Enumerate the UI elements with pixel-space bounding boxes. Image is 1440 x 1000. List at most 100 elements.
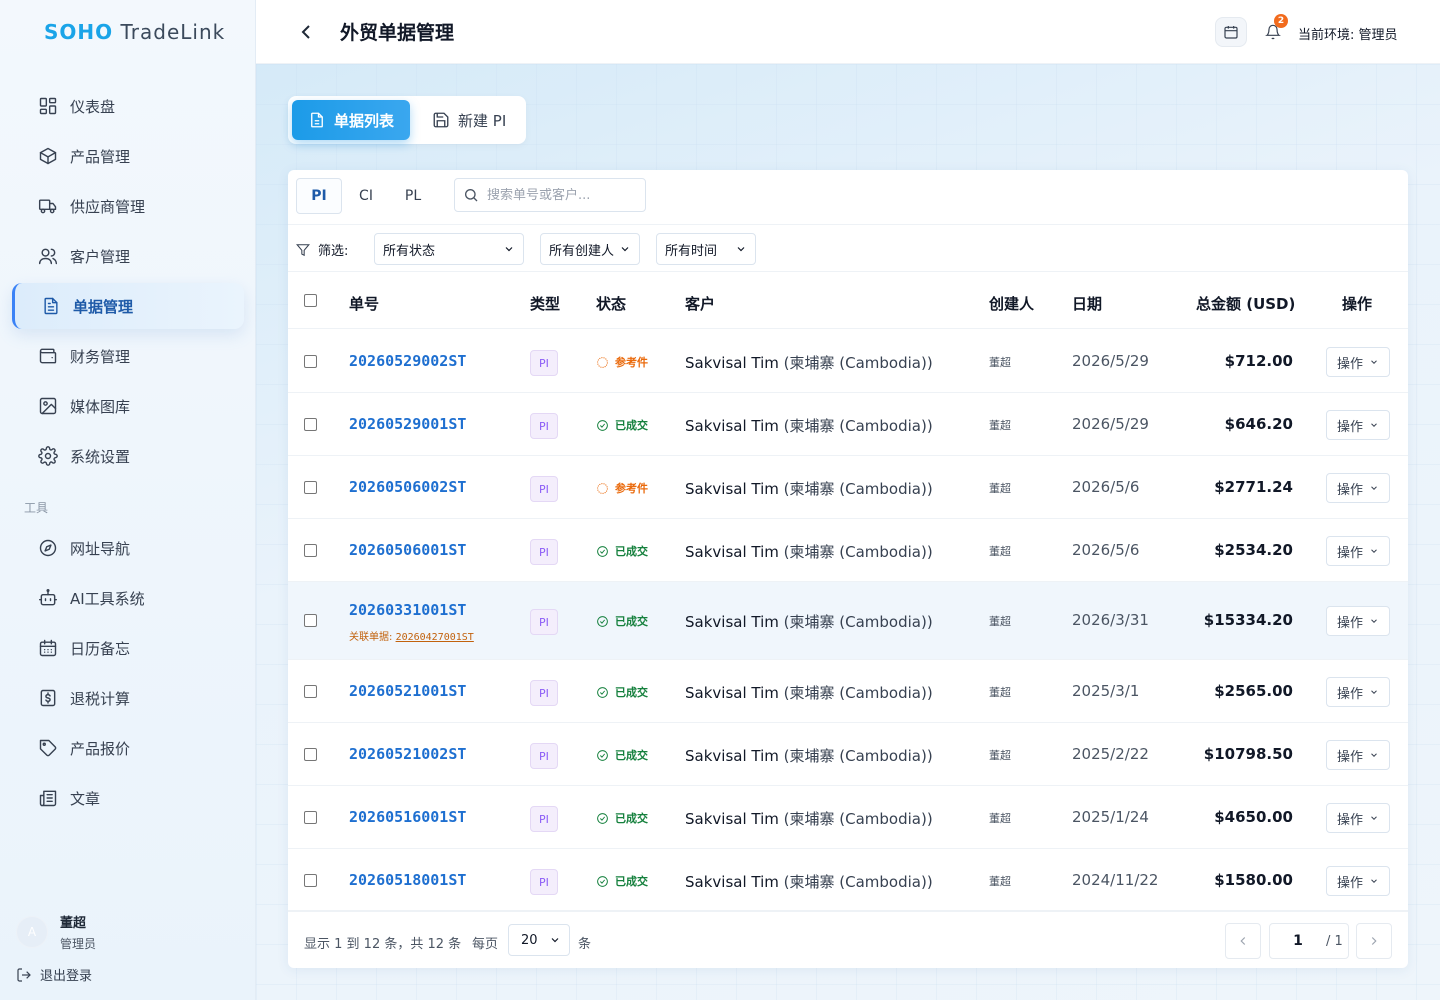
column-header-creator[interactable]: 创建人 bbox=[989, 293, 1034, 314]
dashboard-icon bbox=[39, 97, 57, 115]
actions-label: 操作 bbox=[1336, 545, 1363, 561]
row-checkbox[interactable] bbox=[304, 748, 317, 761]
table-row[interactable]: 20260506001ST PI 已成交 Sakvisal Tim (柬埔寨 (Cam… bbox=[288, 519, 1408, 582]
tab-new-pi[interactable]: 新建 PI bbox=[416, 100, 522, 140]
actions-dropdown-button[interactable]: 操作 bbox=[1326, 536, 1390, 566]
type-badge: PI bbox=[530, 350, 558, 376]
date-cell: 2026/5/29 bbox=[1072, 415, 1149, 433]
sidebar-item-customers[interactable]: 客户管理 bbox=[12, 233, 244, 279]
actions-dropdown-button[interactable]: 操作 bbox=[1326, 606, 1390, 636]
actions-dropdown-button[interactable]: 操作 bbox=[1326, 410, 1390, 440]
sidebar-item-url-nav[interactable]: 网址导航 bbox=[12, 525, 244, 571]
sidebar-item-label: 供应商管理 bbox=[70, 197, 146, 216]
customer-name: Sakvisal Tim bbox=[685, 480, 779, 498]
table-row[interactable]: 20260521001ST PI 已成交 Sakvisal Tim (柬埔寨 (Cam… bbox=[288, 660, 1408, 723]
row-checkbox[interactable] bbox=[304, 811, 317, 824]
sidebar-item-products[interactable]: 产品管理 bbox=[12, 133, 244, 179]
notifications-button[interactable]: 2 bbox=[1257, 14, 1289, 47]
column-header-no[interactable]: 单号 bbox=[349, 293, 379, 314]
search-box bbox=[454, 178, 646, 212]
page-number-input[interactable]: 1 / 1 bbox=[1269, 923, 1349, 959]
table-row[interactable]: 20260521002ST PI 已成交 Sakvisal Tim (柬埔寨 (Cam… bbox=[288, 723, 1408, 786]
sidebar-item-settings[interactable]: 系统设置 bbox=[12, 433, 244, 479]
sidebar-item-ai-tools[interactable]: AI工具系统 bbox=[12, 575, 244, 621]
sidebar-item-finance[interactable]: 财务管理 bbox=[12, 333, 244, 379]
table-row[interactable]: 20260516001ST PI 已成交 Sakvisal Tim (柬埔寨 (Cam… bbox=[288, 786, 1408, 849]
column-header-date[interactable]: 日期 bbox=[1072, 293, 1102, 314]
order-number-link[interactable]: 20260529001ST bbox=[349, 415, 466, 433]
calendar-button[interactable] bbox=[1215, 17, 1247, 47]
row-checkbox[interactable] bbox=[304, 481, 317, 494]
actions-dropdown-button[interactable]: 操作 bbox=[1326, 347, 1390, 377]
order-number-link[interactable]: 20260521002ST bbox=[349, 745, 466, 763]
tab-document-list[interactable]: 单据列表 bbox=[292, 100, 411, 140]
chevron-down-icon bbox=[621, 247, 629, 252]
logo-text: TradeLink bbox=[113, 20, 226, 44]
row-checkbox[interactable] bbox=[304, 355, 317, 368]
row-checkbox[interactable] bbox=[304, 685, 317, 698]
app-logo[interactable]: SOHO TradeLink bbox=[44, 20, 225, 44]
amount-cell: $646.20 bbox=[1224, 415, 1293, 433]
order-number-link[interactable]: 20260516001ST bbox=[349, 808, 466, 826]
table-row[interactable]: 20260529002ST PI 参考件 Sakvisal Tim (柬埔寨 (Cam… bbox=[288, 330, 1408, 393]
document-type-tabs: PI CI PL bbox=[296, 178, 437, 214]
customer-country: (柬埔寨 (Cambodia)) bbox=[783, 684, 933, 702]
search-input[interactable] bbox=[487, 187, 637, 203]
row-checkbox[interactable] bbox=[304, 418, 317, 431]
table-row[interactable]: 20260506002ST PI 参考件 Sakvisal Tim (柬埔寨 (Cam… bbox=[288, 456, 1408, 519]
status-filter-select[interactable]: 所有状态 bbox=[374, 233, 524, 265]
column-header-customer[interactable]: 客户 bbox=[685, 293, 715, 314]
column-header-status[interactable]: 状态 bbox=[596, 293, 626, 314]
row-checkbox[interactable] bbox=[304, 544, 317, 557]
chevron-down-icon bbox=[1371, 619, 1377, 623]
select-all-checkbox[interactable] bbox=[304, 294, 317, 307]
actions-dropdown-button[interactable]: 操作 bbox=[1326, 866, 1390, 896]
main-tabs: 单据列表 新建 PI bbox=[288, 96, 526, 144]
logout-button[interactable]: 退出登录 bbox=[16, 965, 92, 984]
order-number-link[interactable]: 20260529002ST bbox=[349, 352, 466, 370]
order-number-link[interactable]: 20260521001ST bbox=[349, 682, 466, 700]
actions-dropdown-button[interactable]: 操作 bbox=[1326, 677, 1390, 707]
order-number-link[interactable]: 20260518001ST bbox=[349, 871, 466, 889]
sidebar-item-quotes[interactable]: 产品报价 bbox=[12, 725, 244, 771]
compass-icon bbox=[39, 539, 57, 557]
order-number-link[interactable]: 20260331001ST bbox=[349, 601, 466, 619]
linked-document-link[interactable]: 20260427001ST bbox=[396, 632, 474, 643]
type-badge: PI bbox=[530, 609, 558, 635]
table-row[interactable]: 20260331001ST 关联单据: 20260427001ST PI 已成交 Sak… bbox=[288, 582, 1408, 660]
sidebar-item-suppliers[interactable]: 供应商管理 bbox=[12, 183, 244, 229]
tab-pi[interactable]: PI bbox=[296, 178, 342, 214]
tab-ci[interactable]: CI bbox=[343, 178, 389, 214]
row-checkbox[interactable] bbox=[304, 614, 317, 627]
actions-dropdown-button[interactable]: 操作 bbox=[1326, 740, 1390, 770]
sidebar-item-calendar[interactable]: 日历备忘 bbox=[12, 625, 244, 671]
sidebar-item-documents[interactable]: 单据管理 bbox=[12, 283, 244, 329]
prev-page-button[interactable] bbox=[1225, 923, 1261, 959]
order-number-link[interactable]: 20260506001ST bbox=[349, 541, 466, 559]
customer-cell: Sakvisal Tim (柬埔寨 (Cambodia)) bbox=[685, 541, 933, 562]
column-header-amount[interactable]: 总金额 (USD) bbox=[1196, 293, 1295, 314]
next-page-button[interactable] bbox=[1356, 923, 1392, 959]
sidebar-item-tax-refund[interactable]: 退税计算 bbox=[12, 675, 244, 721]
check-circle-icon bbox=[597, 875, 608, 887]
image-icon bbox=[39, 397, 57, 415]
sidebar-item-articles[interactable]: 文章 bbox=[12, 775, 244, 821]
order-number-link[interactable]: 20260506002ST bbox=[349, 478, 466, 496]
row-checkbox[interactable] bbox=[304, 874, 317, 887]
table-row[interactable]: 20260518001ST PI 已成交 Sakvisal Tim (柬埔寨 (Cam… bbox=[288, 849, 1408, 912]
back-button[interactable] bbox=[294, 20, 318, 44]
status-badge: 已成交 bbox=[596, 747, 648, 763]
linked-label: 关联单据: bbox=[349, 632, 393, 643]
per-page-select[interactable]: 20 bbox=[508, 924, 570, 956]
creator-filter-select[interactable]: 所有创建人 bbox=[540, 233, 640, 265]
column-header-type[interactable]: 类型 bbox=[530, 293, 560, 314]
sidebar-item-dashboard[interactable]: 仪表盘 bbox=[12, 83, 244, 129]
table-row[interactable]: 20260529001ST PI 已成交 Sakvisal Tim (柬埔寨 (Cam… bbox=[288, 393, 1408, 456]
actions-dropdown-button[interactable]: 操作 bbox=[1326, 473, 1390, 503]
actions-dropdown-button[interactable]: 操作 bbox=[1326, 803, 1390, 833]
sidebar-item-media[interactable]: 媒体图库 bbox=[12, 383, 244, 429]
user-profile[interactable]: A 董超 管理员 bbox=[16, 912, 96, 952]
time-filter-select[interactable]: 所有时间 bbox=[656, 233, 756, 265]
tab-pl[interactable]: PL bbox=[390, 178, 436, 214]
actions-label: 操作 bbox=[1336, 812, 1363, 828]
